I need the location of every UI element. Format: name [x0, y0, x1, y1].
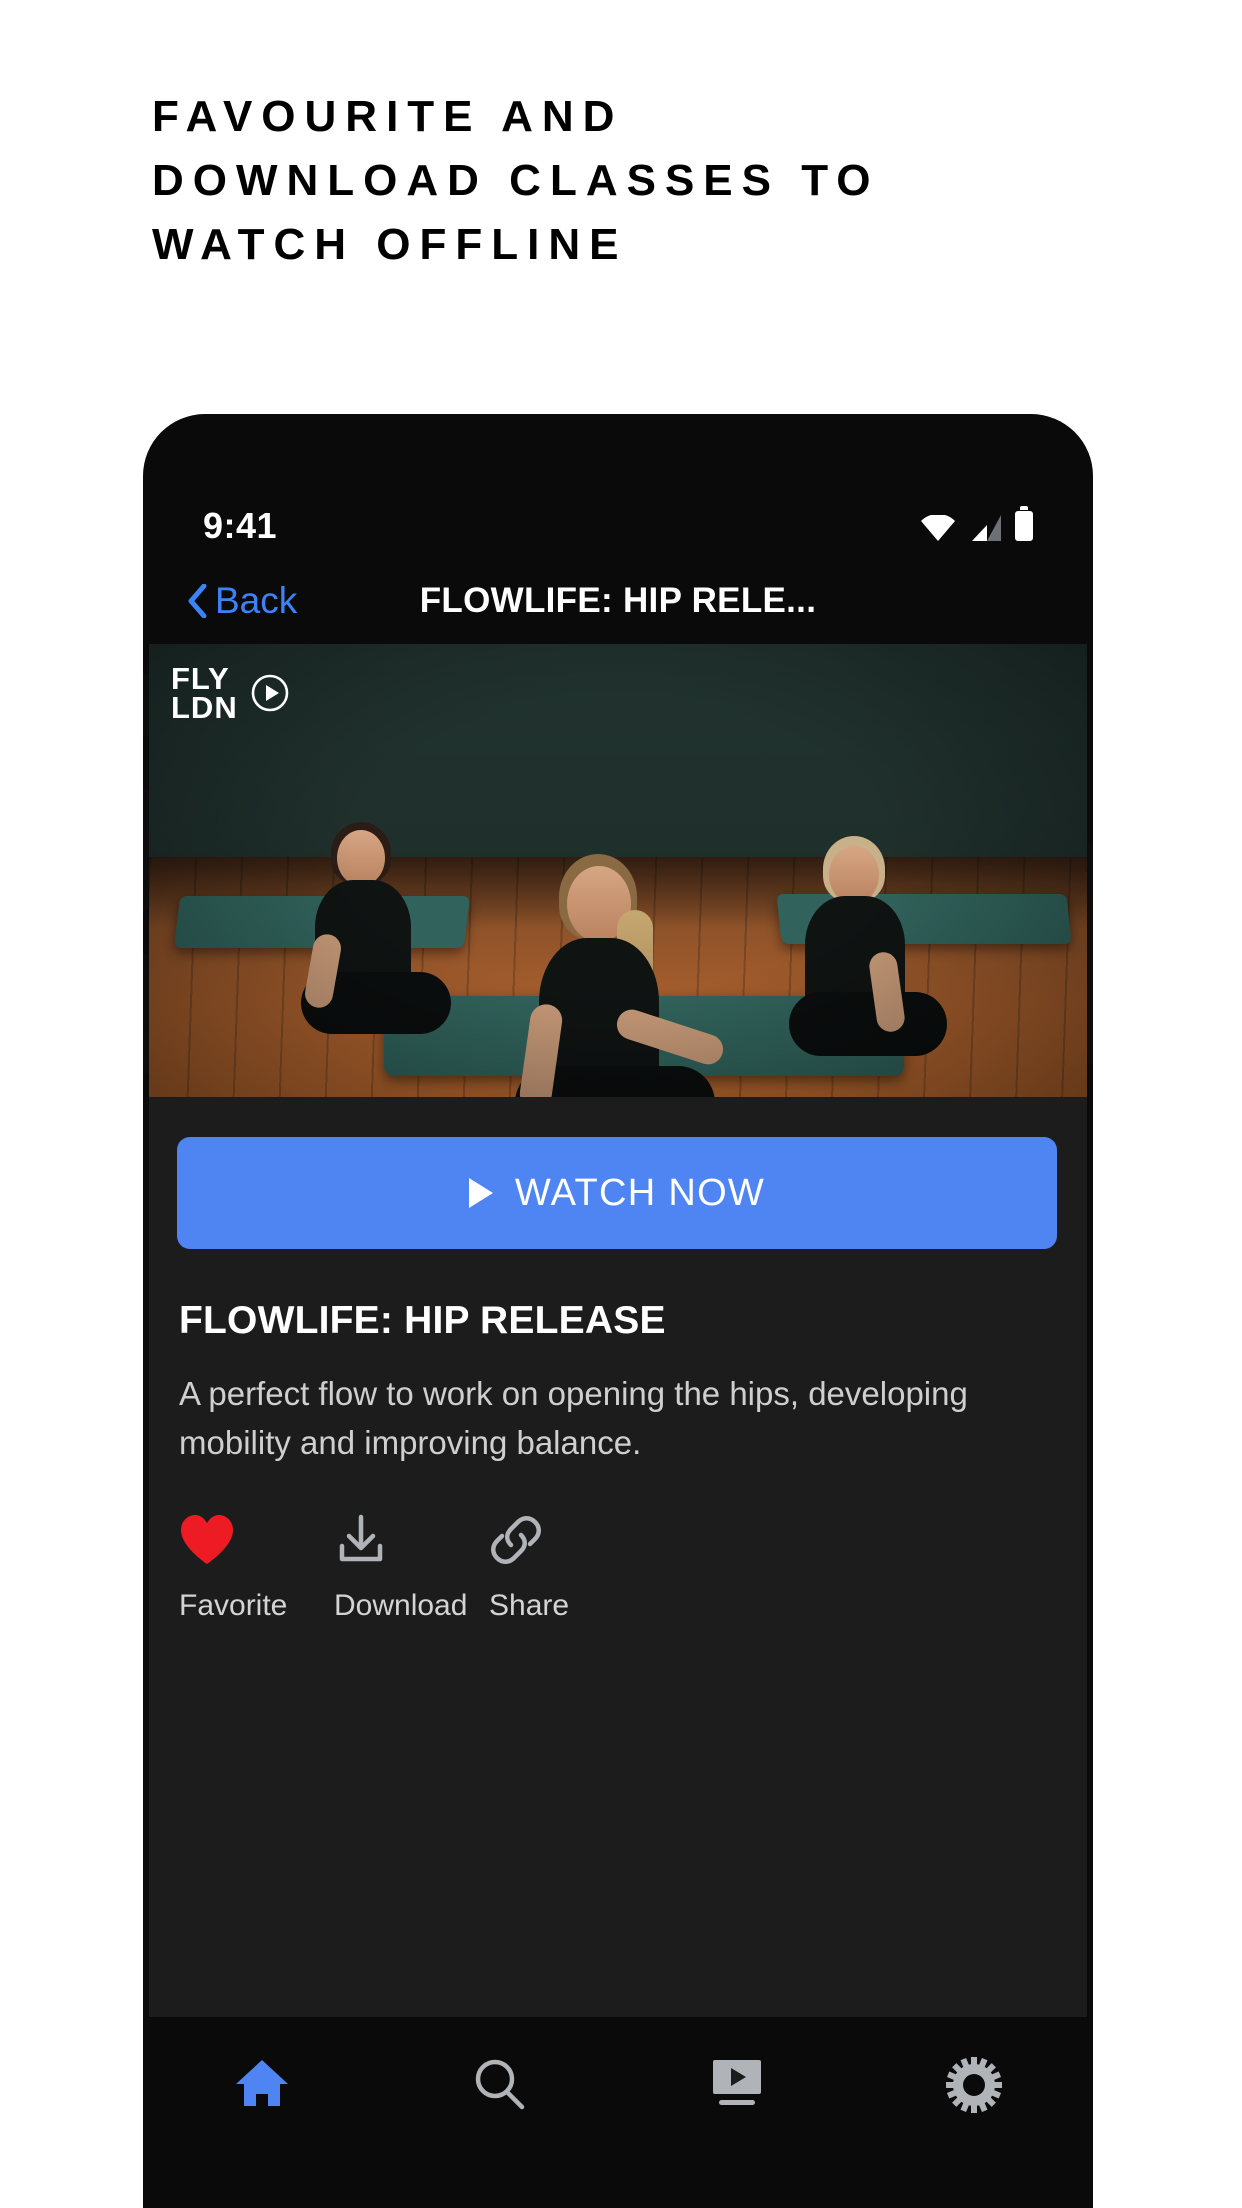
- class-title: FLOWLIFE: HIP RELEASE: [179, 1299, 666, 1342]
- share-button[interactable]: Share: [489, 1509, 644, 1623]
- logo-line-1: FLY: [171, 661, 230, 696]
- link-icon: [489, 1509, 543, 1571]
- tab-search[interactable]: [381, 2056, 619, 2112]
- chevron-left-icon: [188, 584, 207, 618]
- class-description: A perfect flow to work on opening the hi…: [179, 1375, 968, 1461]
- watch-now-label: WATCH NOW: [514, 1171, 766, 1214]
- search-icon: [476, 2059, 525, 2110]
- action-row: Favorite Download Share: [179, 1509, 644, 1623]
- tab-home[interactable]: [143, 2056, 381, 2110]
- tab-settings[interactable]: [856, 2056, 1094, 2114]
- marketing-screenshot: FAVOURITE AND DOWNLOAD CLASSES TO WATCH …: [0, 0, 1242, 2208]
- headline-line-3: WATCH OFFLINE: [152, 220, 628, 269]
- tv-play-icon: [712, 2060, 761, 2105]
- heart-filled-icon: [179, 1509, 235, 1571]
- play-circle-icon: [251, 674, 289, 712]
- class-detail-panel: WATCH NOW FLOWLIFE: HIP RELEASE A perfec…: [149, 1097, 1087, 2017]
- share-label: Share: [489, 1589, 570, 1622]
- nav-bar: Back FLOWLIFE: HIP RELE...: [143, 562, 1093, 640]
- status-time: 9:41: [203, 505, 278, 546]
- gear-icon: [946, 2057, 1003, 2113]
- page-title: FAVOURITE AND DOWNLOAD CLASSES TO WATCH …: [152, 85, 1092, 277]
- favorite-label: Favorite: [179, 1589, 288, 1622]
- video-thumbnail[interactable]: FLY LDN: [149, 644, 1087, 1097]
- download-button[interactable]: Download: [334, 1509, 489, 1623]
- status-icons: [921, 506, 1033, 541]
- favorite-button[interactable]: Favorite: [179, 1509, 334, 1623]
- headline-line-2: DOWNLOAD CLASSES TO: [152, 156, 880, 205]
- wifi-icon: [921, 515, 955, 541]
- status-bar: 9:41: [143, 494, 1093, 558]
- download-label: Download: [334, 1589, 468, 1622]
- tab-videos[interactable]: [618, 2056, 856, 2110]
- logo-wordmark: FLY LDN: [171, 661, 238, 725]
- bottom-tab-bar: [143, 2022, 1093, 2208]
- cellular-signal-icon: [972, 515, 1001, 541]
- back-button-label: Back: [215, 580, 298, 621]
- back-button[interactable]: Back: [187, 580, 297, 622]
- battery-icon: [1015, 506, 1033, 541]
- watch-now-button[interactable]: WATCH NOW: [177, 1137, 1057, 1249]
- phone-mockup: 9:41 Back FLOWLIFE: HIP RELE... FLY LDN …: [143, 414, 1093, 2208]
- download-icon: [334, 1509, 388, 1571]
- home-icon: [235, 2060, 288, 2106]
- play-triangle-icon: [468, 1178, 493, 1208]
- flylnd-logo: FLY LDN: [171, 661, 290, 725]
- headline-line-1: FAVOURITE AND: [152, 92, 624, 141]
- logo-line-2: LDN: [171, 690, 238, 725]
